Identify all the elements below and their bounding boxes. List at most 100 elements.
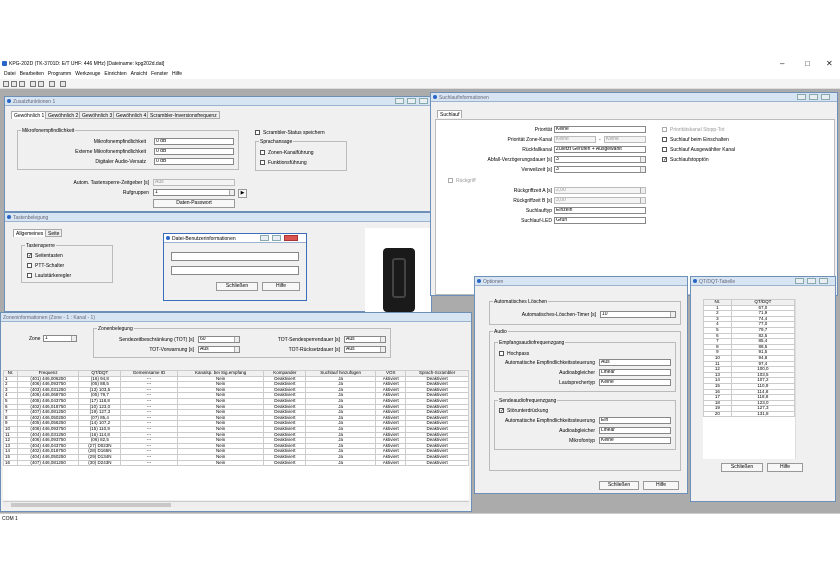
menu-fenster[interactable]: Fenster <box>151 70 168 79</box>
window-minimize-button[interactable] <box>395 98 404 104</box>
qt-close-button[interactable]: Schließen <box>721 463 763 472</box>
play-arrow-button[interactable]: ▶ <box>238 189 247 198</box>
ruf-spinner[interactable]: 1 <box>153 189 235 196</box>
window-restore-button[interactable] <box>407 98 416 104</box>
prio-channel-select[interactable]: Keine <box>604 136 646 143</box>
noise-suppression-checkbox[interactable]: ✓ <box>499 408 504 414</box>
prio-select[interactable]: Keine <box>554 126 646 133</box>
rx-eq-select[interactable]: Linear <box>599 369 671 376</box>
mic-sens-select[interactable]: 0 dB <box>154 138 234 145</box>
user-info-line-2[interactable] <box>171 266 299 275</box>
save-file-icon[interactable] <box>19 81 25 87</box>
data-password-button[interactable]: Daten-Passwort <box>153 199 235 208</box>
menu-ansicht[interactable]: Ansicht <box>131 70 147 79</box>
mic-type-select[interactable]: Keine <box>599 437 671 444</box>
scan-selected-checkbox[interactable] <box>662 147 667 152</box>
user-info-line-1[interactable] <box>171 252 299 261</box>
auto-clear-spinner[interactable]: 10 <box>600 311 676 318</box>
qt-vertical-scrollbar[interactable] <box>795 299 801 459</box>
tab-gewoehnlich-2[interactable]: Gewöhnlich 2 <box>45 111 82 119</box>
dialog-restore-button[interactable] <box>272 235 281 241</box>
spinner-arrows-icon[interactable] <box>229 190 234 195</box>
tab-gewoehnlich-1[interactable]: Gewöhnlich 1 <box>11 111 48 119</box>
menu-datei[interactable]: Datei <box>4 70 16 79</box>
tab-scrambler[interactable]: Scrambler-Inversionsfrequenz <box>147 111 220 119</box>
spinner-arrows-icon[interactable] <box>640 157 645 162</box>
tx-agc-select[interactable]: Ein <box>599 417 671 424</box>
volume-checkbox[interactable] <box>27 273 32 278</box>
opt-close-button[interactable]: Schließen <box>599 481 639 490</box>
menu-einrichten[interactable]: Einrichten <box>104 70 126 79</box>
spinner-arrows-icon[interactable] <box>640 188 645 193</box>
ptt-checkbox[interactable] <box>27 263 32 268</box>
spinner-arrows-icon[interactable] <box>670 312 675 317</box>
highpass-checkbox[interactable] <box>499 351 504 356</box>
dropout-spinner[interactable]: 3 <box>554 156 646 163</box>
rx-agc-select[interactable]: Aus <box>599 359 671 366</box>
table-row[interactable]: 20 131,8 <box>703 410 796 418</box>
dwell-spinner[interactable]: 3 <box>554 166 646 173</box>
tab-gewoehnlich-3[interactable]: Gewöhnlich 3 <box>79 111 116 119</box>
tot-prealert-spinner[interactable]: Aus <box>198 346 240 353</box>
tab-suchlauf[interactable]: Suchlauf <box>437 110 463 118</box>
horizontal-scrollbar[interactable] <box>3 501 469 507</box>
qt-help-button[interactable]: Hilfe <box>767 463 803 472</box>
scan-power-checkbox[interactable] <box>662 137 667 142</box>
ext-mic-sens-select[interactable]: 0 dB <box>154 148 234 155</box>
window-minimize-button[interactable] <box>795 278 804 284</box>
write-radio-icon[interactable] <box>38 81 44 87</box>
tab-allgemeines[interactable]: Allgemeines <box>13 229 47 237</box>
tx-eq-select[interactable]: Linear <box>599 427 671 434</box>
open-file-icon[interactable] <box>11 81 17 87</box>
new-file-icon[interactable] <box>3 81 9 87</box>
menu-programm[interactable]: Programm <box>48 70 71 79</box>
window-minimize-button[interactable] <box>797 94 806 100</box>
menu-werkzeuge[interactable]: Werkzeuge <box>75 70 100 79</box>
dbi-close-button[interactable]: Schließen <box>216 282 258 291</box>
dialog-close-button[interactable] <box>284 235 298 241</box>
spinner-arrows-icon[interactable] <box>71 336 76 341</box>
scan-stop-tone-checkbox[interactable]: ✓ <box>662 157 667 163</box>
zone-spinner[interactable]: 1 <box>43 335 77 342</box>
table-row[interactable]: 16 (407) 446,081250 (30) D243N --- Nein Deakt… <box>3 459 469 467</box>
spinner-arrows-icon[interactable] <box>234 337 239 342</box>
zone-speech-checkbox[interactable] <box>260 150 265 155</box>
help-icon[interactable] <box>60 81 66 87</box>
menu-hilfe[interactable]: Hilfe <box>172 70 182 79</box>
window-close-button[interactable] <box>419 98 428 104</box>
menu-bearbeiten[interactable]: Bearbeiten <box>20 70 44 79</box>
dialog-minimize-button[interactable] <box>260 235 269 241</box>
tot-rekey-spinner[interactable]: Aus <box>344 336 386 343</box>
read-radio-icon[interactable] <box>30 81 36 87</box>
close-icon[interactable]: ✕ <box>826 59 833 68</box>
func-speech-checkbox[interactable] <box>260 160 265 165</box>
spinner-arrows-icon[interactable] <box>380 337 385 342</box>
tot-spinner[interactable]: 60 <box>198 336 240 343</box>
tab-seite[interactable]: Seite <box>45 229 63 237</box>
spinner-arrows-icon[interactable] <box>380 347 385 352</box>
revert-channel-select[interactable]: Zuletzt Gerufen + Ausgewählt <box>554 146 646 153</box>
revert-a-spinner[interactable]: 2,00 <box>554 187 646 194</box>
revert-checkbox[interactable] <box>448 178 453 183</box>
window-restore-button[interactable] <box>807 278 816 284</box>
scrambler-status-checkbox[interactable] <box>255 130 260 135</box>
window-restore-button[interactable] <box>809 94 818 100</box>
print-icon[interactable] <box>49 81 55 87</box>
window-close-button[interactable] <box>821 94 830 100</box>
tot-reset-spinner[interactable]: Aus <box>344 346 386 353</box>
spinner-arrows-icon[interactable] <box>234 347 239 352</box>
maximize-icon[interactable]: □ <box>805 59 810 68</box>
opt-help-button[interactable]: Hilfe <box>643 481 679 490</box>
scan-type-select[interactable]: Einzeln <box>554 207 646 214</box>
spinner-arrows-icon[interactable] <box>640 167 645 172</box>
seitentasten-checkbox[interactable]: ✓ <box>27 253 32 259</box>
minimize-icon[interactable]: – <box>780 59 784 68</box>
scan-led-select[interactable]: Grün <box>554 217 646 224</box>
digital-audio-select[interactable]: 0 dB <box>154 158 234 165</box>
speaker-type-select[interactable]: Keine <box>599 379 671 386</box>
window-close-button[interactable] <box>819 278 828 284</box>
scrollbar-thumb[interactable] <box>11 503 171 507</box>
auto-key-select[interactable]: Aus <box>153 179 235 186</box>
tab-gewoehnlich-4[interactable]: Gewöhnlich 4 <box>113 111 150 119</box>
prio-stop-checkbox[interactable] <box>662 127 667 132</box>
